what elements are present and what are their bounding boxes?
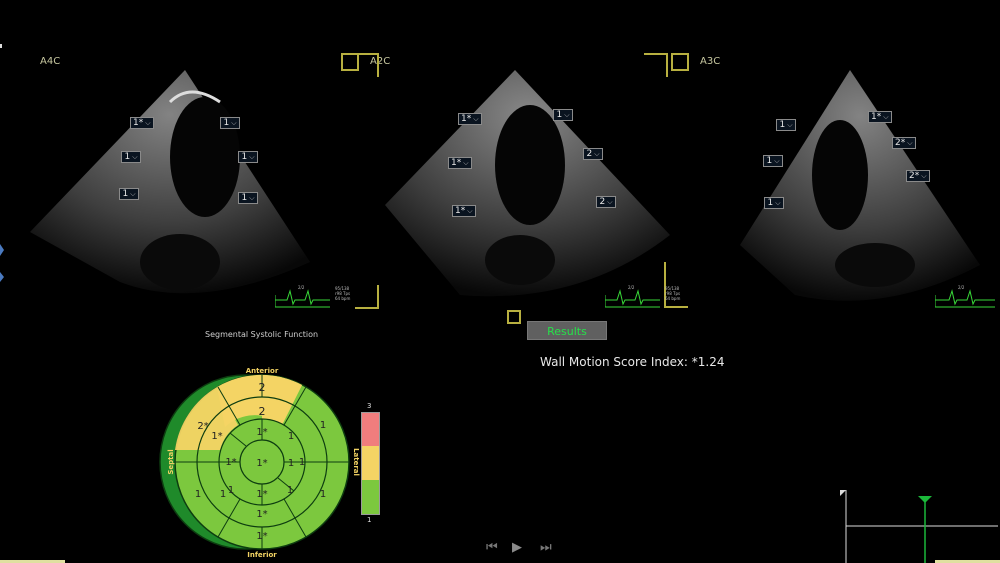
seg-score: 1 — [220, 489, 226, 500]
seg-score: 1* — [256, 509, 267, 520]
segment-badge-a3c-3[interactable]: 1 ⌵ — [763, 155, 783, 167]
segment-badge-a4c-5[interactable]: 1 ⌵ — [238, 151, 258, 163]
label-septal: Septal — [167, 449, 175, 474]
ecg-strip-a4c — [275, 289, 330, 308]
wall-motion-score-index: Wall Motion Score Index: *1.24 — [540, 355, 725, 369]
seg-score: 1 — [320, 420, 326, 431]
chevron-down-icon: ⌵ — [607, 198, 613, 206]
chevron-down-icon: ⌵ — [463, 159, 469, 167]
view-label-a3c: A3C — [700, 56, 721, 67]
echo-image-a2c — [385, 70, 670, 297]
segment-badge-a3c-1[interactable]: 1 ⌵ — [776, 119, 796, 131]
seg-score: 1* — [256, 489, 267, 500]
segment-badge-a4c-4[interactable]: 1 ⌵ — [220, 117, 240, 129]
seg-score: 1 — [288, 431, 294, 442]
segment-badge-a2c-6[interactable]: 2 ⌵ — [596, 196, 616, 208]
chevron-down-icon: ⌵ — [921, 172, 927, 180]
seg-score: 1 — [195, 489, 201, 500]
scale-akinetic — [362, 413, 379, 446]
ecg-hr-a4c: 2/2 — [298, 285, 305, 290]
echo-image-a4c — [30, 70, 310, 294]
ecg-hr-a3c: 2/2 — [958, 285, 965, 290]
timeline-cursor-icon — [918, 496, 932, 503]
seg-score: 1 — [299, 457, 305, 468]
label-inferior: Inferior — [247, 551, 277, 559]
segmental-function-title: Segmental Systolic Function — [205, 330, 319, 339]
ecg-strip-a3c — [935, 289, 995, 308]
seg-score: 1 — [228, 485, 234, 496]
segment-badge-a3c-6[interactable]: 1 ⌵ — [764, 197, 784, 209]
segment-badge-a3c-2[interactable]: 1* ⌵ — [868, 111, 892, 123]
label-anterior: Anterior — [246, 367, 279, 375]
segment-badge-a4c-3[interactable]: 1 ⌵ — [119, 188, 139, 200]
segment-badge-a4c-2[interactable]: 1 ⌵ — [121, 151, 141, 163]
chevron-down-icon: ⌵ — [130, 190, 136, 198]
ecg-strip-a2c — [605, 289, 660, 308]
seg-score: 2 — [259, 381, 266, 394]
chevron-down-icon: ⌵ — [473, 115, 479, 123]
scale-max-label: 3 — [367, 402, 372, 410]
seg-score: 1 — [287, 485, 293, 496]
edge-arrow-icon[interactable] — [0, 244, 4, 256]
segment-badge-a2c-2[interactable]: 1 ⌵ — [553, 109, 573, 121]
seg-score: 1* — [256, 427, 267, 438]
edge-arrow-icon-2[interactable] — [0, 272, 4, 282]
segment-badge-a3c-4[interactable]: 2* ⌵ — [892, 137, 916, 149]
chevron-down-icon: ⌵ — [564, 111, 570, 119]
seg-score: 1* — [256, 531, 267, 542]
segment-badge-a2c-1[interactable]: 1* ⌵ — [458, 113, 482, 125]
results-button[interactable]: Results — [527, 321, 607, 340]
ecg-info-a4c: 95/138 r98 Tps 64 bpm — [335, 286, 351, 301]
prev-frame-icon[interactable]: ⏮ — [486, 540, 498, 555]
select-corner-tr — [355, 53, 379, 77]
chevron-down-icon: ⌵ — [231, 119, 237, 127]
chevron-down-icon: ⌵ — [249, 194, 255, 202]
chevron-down-icon: ⌵ — [883, 113, 889, 121]
seg-score: 1* — [225, 457, 236, 468]
segment-badge-a3c-5[interactable]: 2* ⌵ — [906, 170, 930, 182]
segment-badge-a2c-5[interactable]: 1* ⌵ — [452, 205, 476, 217]
segment-badge-a4c-1[interactable]: 1* ⌵ — [130, 117, 154, 129]
chevron-down-icon: ⌵ — [467, 207, 473, 215]
score-color-scale — [361, 412, 380, 515]
select-corner-bl — [355, 285, 379, 309]
chevron-down-icon: ⌵ — [787, 121, 793, 129]
scale-hypokinetic — [362, 446, 379, 480]
scale-normal — [362, 480, 379, 514]
chevron-down-icon: ⌵ — [145, 119, 151, 127]
chevron-down-icon: ⌵ — [907, 139, 913, 147]
seg-score-apex: 1* — [256, 458, 267, 469]
segment-badge-a2c-4[interactable]: 2 ⌵ — [583, 148, 603, 160]
seg-score: 2 — [259, 405, 266, 418]
select-corner-box-3 — [507, 310, 521, 324]
label-lateral: Lateral — [352, 448, 360, 476]
segment-badge-a4c-6[interactable]: 1 ⌵ — [238, 192, 258, 204]
seg-score-septal: 1* — [211, 431, 222, 442]
segment-badge-a2c-3[interactable]: 1* ⌵ — [448, 157, 472, 169]
seg-score: 1 — [320, 489, 326, 500]
seg-score: 1 — [288, 458, 294, 469]
chevron-down-icon: ⌵ — [249, 153, 255, 161]
chevron-down-icon: ⌵ — [774, 157, 780, 165]
echo-image-a3c — [740, 70, 980, 301]
bullseye-plot: Anterior Inferior Septal Lateral 2 2 1 1… — [159, 367, 360, 559]
play-icon[interactable]: ▶ — [512, 540, 522, 555]
ecg-hr-a2c: 2/2 — [628, 285, 635, 290]
scale-min-label: 1 — [367, 516, 372, 524]
timeline-widget[interactable] — [838, 488, 998, 563]
next-frame-icon[interactable]: ⏭ — [540, 540, 552, 555]
chevron-down-icon: ⌵ — [132, 153, 138, 161]
edge-marker — [0, 44, 2, 48]
chevron-down-icon: ⌵ — [594, 150, 600, 158]
ecg-info-a2c: 95/138 r98 Tps 64 bpm — [665, 286, 681, 301]
chevron-down-icon: ⌵ — [775, 199, 781, 207]
